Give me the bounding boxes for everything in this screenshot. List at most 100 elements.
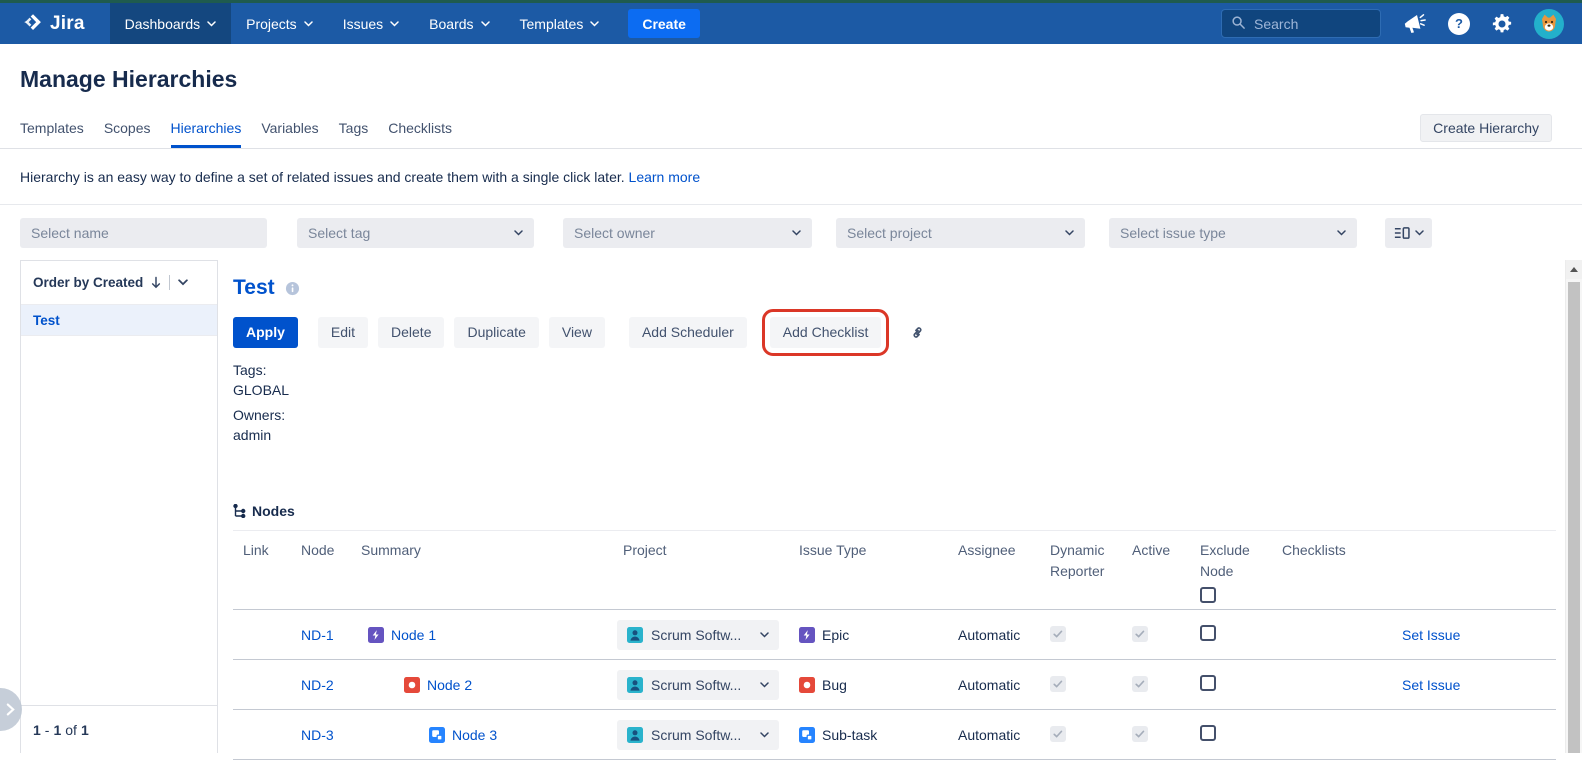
link-icon: [907, 322, 928, 343]
section-divider: [0, 204, 1582, 205]
epic-icon: [368, 627, 384, 643]
chevron-down-icon: [792, 230, 801, 236]
brand-name: Jira: [50, 13, 85, 35]
apply-button[interactable]: Apply: [233, 317, 298, 348]
jira-logo[interactable]: Jira: [22, 3, 85, 44]
tab-variables[interactable]: Variables: [261, 120, 318, 148]
filter-select-tag[interactable]: Select tag: [297, 218, 534, 248]
issue-type-cell: Sub-task: [789, 727, 948, 743]
vertical-scrollbar: [1565, 260, 1582, 753]
help-icon[interactable]: ?: [1448, 13, 1470, 35]
owners-label: Owners:: [233, 405, 1556, 425]
hierarchy-list: Test: [21, 305, 217, 336]
node-key-link[interactable]: ND-1: [301, 627, 334, 643]
order-by-dropdown-chevron-icon[interactable]: [178, 279, 188, 286]
checkmark-icon: [1134, 678, 1146, 690]
order-by-header: Order by Created: [21, 261, 217, 305]
nodes-table-body: ND-1Node 1Scrum Softw...EpicAutomaticSet…: [233, 610, 1556, 760]
hierarchy-list-sidebar: Order by Created Test 1 - 1 of 1: [20, 260, 218, 753]
chevron-down-icon: [1415, 230, 1424, 236]
filter-select-issue-type[interactable]: Select issue type: [1109, 218, 1357, 248]
announcements-megaphone-icon[interactable]: [1402, 13, 1427, 35]
columns-icon: [1394, 226, 1410, 240]
nav-item-boards[interactable]: Boards: [414, 3, 504, 44]
sort-direction-arrow-icon[interactable]: [151, 276, 161, 289]
edit-button[interactable]: Edit: [318, 317, 368, 348]
order-by-label[interactable]: Order by Created: [33, 275, 143, 290]
tab-templates[interactable]: Templates: [20, 120, 84, 148]
hierarchy-meta: Tags: GLOBAL Owners: admin: [233, 360, 1556, 445]
checkmark-icon: [1052, 728, 1064, 740]
set-issue-link[interactable]: Set Issue: [1402, 627, 1460, 643]
exclude-node-checkbox[interactable]: [1200, 725, 1216, 741]
sidebar-item-test[interactable]: Test: [21, 305, 217, 336]
add-scheduler-button[interactable]: Add Scheduler: [629, 317, 747, 348]
tab-scopes[interactable]: Scopes: [104, 120, 151, 148]
column-header-summary: Summary: [351, 540, 613, 561]
bug-icon: [799, 677, 815, 693]
filter-select-project[interactable]: Select project: [836, 218, 1085, 248]
sidebar-expand-button[interactable]: [0, 688, 22, 731]
nav-menu: DashboardsProjectsIssuesBoardsTemplates: [110, 3, 615, 44]
nodes-title: Nodes: [252, 503, 295, 519]
nav-item-dashboards[interactable]: Dashboards: [110, 3, 232, 44]
node-summary-link[interactable]: Node 2: [427, 677, 472, 693]
create-button[interactable]: Create: [628, 9, 700, 38]
info-icon[interactable]: [285, 281, 300, 296]
topbar-right: Search ?: [1221, 3, 1564, 44]
project-select[interactable]: Scrum Softw...: [617, 670, 779, 700]
assignee-cell: Automatic: [948, 627, 1040, 643]
project-select[interactable]: Scrum Softw...: [617, 720, 779, 750]
chevron-down-icon: [590, 21, 599, 27]
create-hierarchy-button[interactable]: Create Hierarchy: [1420, 114, 1552, 142]
project-select[interactable]: Scrum Softw...: [617, 620, 779, 650]
project-avatar: [627, 627, 643, 643]
learn-more-link[interactable]: Learn more: [629, 169, 701, 185]
node-summary-link[interactable]: Node 3: [452, 727, 497, 743]
add-checklist-button[interactable]: Add Checklist: [770, 317, 882, 348]
exclude-node-checkbox[interactable]: [1200, 675, 1216, 691]
owners-value: admin: [233, 425, 1556, 445]
chevron-down-icon: [760, 682, 769, 688]
scrollbar-up-arrow[interactable]: [1566, 260, 1582, 279]
user-avatar[interactable]: [1534, 9, 1564, 39]
search-input[interactable]: Search: [1221, 9, 1381, 38]
chevron-down-icon: [760, 732, 769, 738]
chevron-down-icon: [1065, 230, 1074, 236]
copy-link-button[interactable]: [907, 322, 928, 343]
chevron-down-icon: [304, 21, 313, 27]
active-checkbox: [1132, 676, 1148, 692]
set-issue-link[interactable]: Set Issue: [1402, 677, 1460, 693]
nav-item-issues[interactable]: Issues: [328, 3, 414, 44]
column-header-node: Node: [291, 540, 351, 561]
node-key-link[interactable]: ND-2: [301, 677, 334, 693]
tab-hierarchies[interactable]: Hierarchies: [171, 120, 242, 148]
nav-item-projects[interactable]: Projects: [231, 3, 328, 44]
duplicate-button[interactable]: Duplicate: [454, 317, 538, 348]
node-key-link[interactable]: ND-3: [301, 727, 334, 743]
top-navigation-bar: Jira DashboardsProjectsIssuesBoardsTempl…: [0, 3, 1582, 44]
select-all-exclude-checkbox[interactable]: [1200, 587, 1216, 603]
scrollbar-thumb[interactable]: [1568, 282, 1580, 753]
chevron-down-icon: [481, 21, 490, 27]
dynamic-reporter-checkbox: [1050, 626, 1066, 642]
view-button[interactable]: View: [549, 317, 605, 348]
node-row-nd-2: ND-2Node 2Scrum Softw...BugAutomaticSet …: [233, 660, 1556, 710]
tab-checklists[interactable]: Checklists: [388, 120, 452, 148]
delete-button[interactable]: Delete: [378, 317, 444, 348]
filter-select-owner[interactable]: Select owner: [563, 218, 812, 248]
separator: [169, 275, 170, 290]
select-name-input[interactable]: Select name: [20, 218, 267, 248]
column-header-project: Project: [613, 540, 789, 561]
column-header-issue-type: Issue Type: [789, 540, 948, 561]
pagination: 1 - 1 of 1: [21, 705, 217, 753]
column-header-link: Link: [233, 540, 291, 561]
exclude-node-checkbox[interactable]: [1200, 625, 1216, 641]
node-summary-link[interactable]: Node 1: [391, 627, 436, 643]
tab-tags[interactable]: Tags: [339, 120, 369, 148]
column-header-assignee: Assignee: [948, 540, 1040, 561]
column-settings-button[interactable]: [1385, 218, 1432, 248]
issue-type-cell: Bug: [789, 677, 948, 693]
settings-gear-icon[interactable]: [1491, 13, 1513, 35]
nav-item-templates[interactable]: Templates: [505, 3, 615, 44]
